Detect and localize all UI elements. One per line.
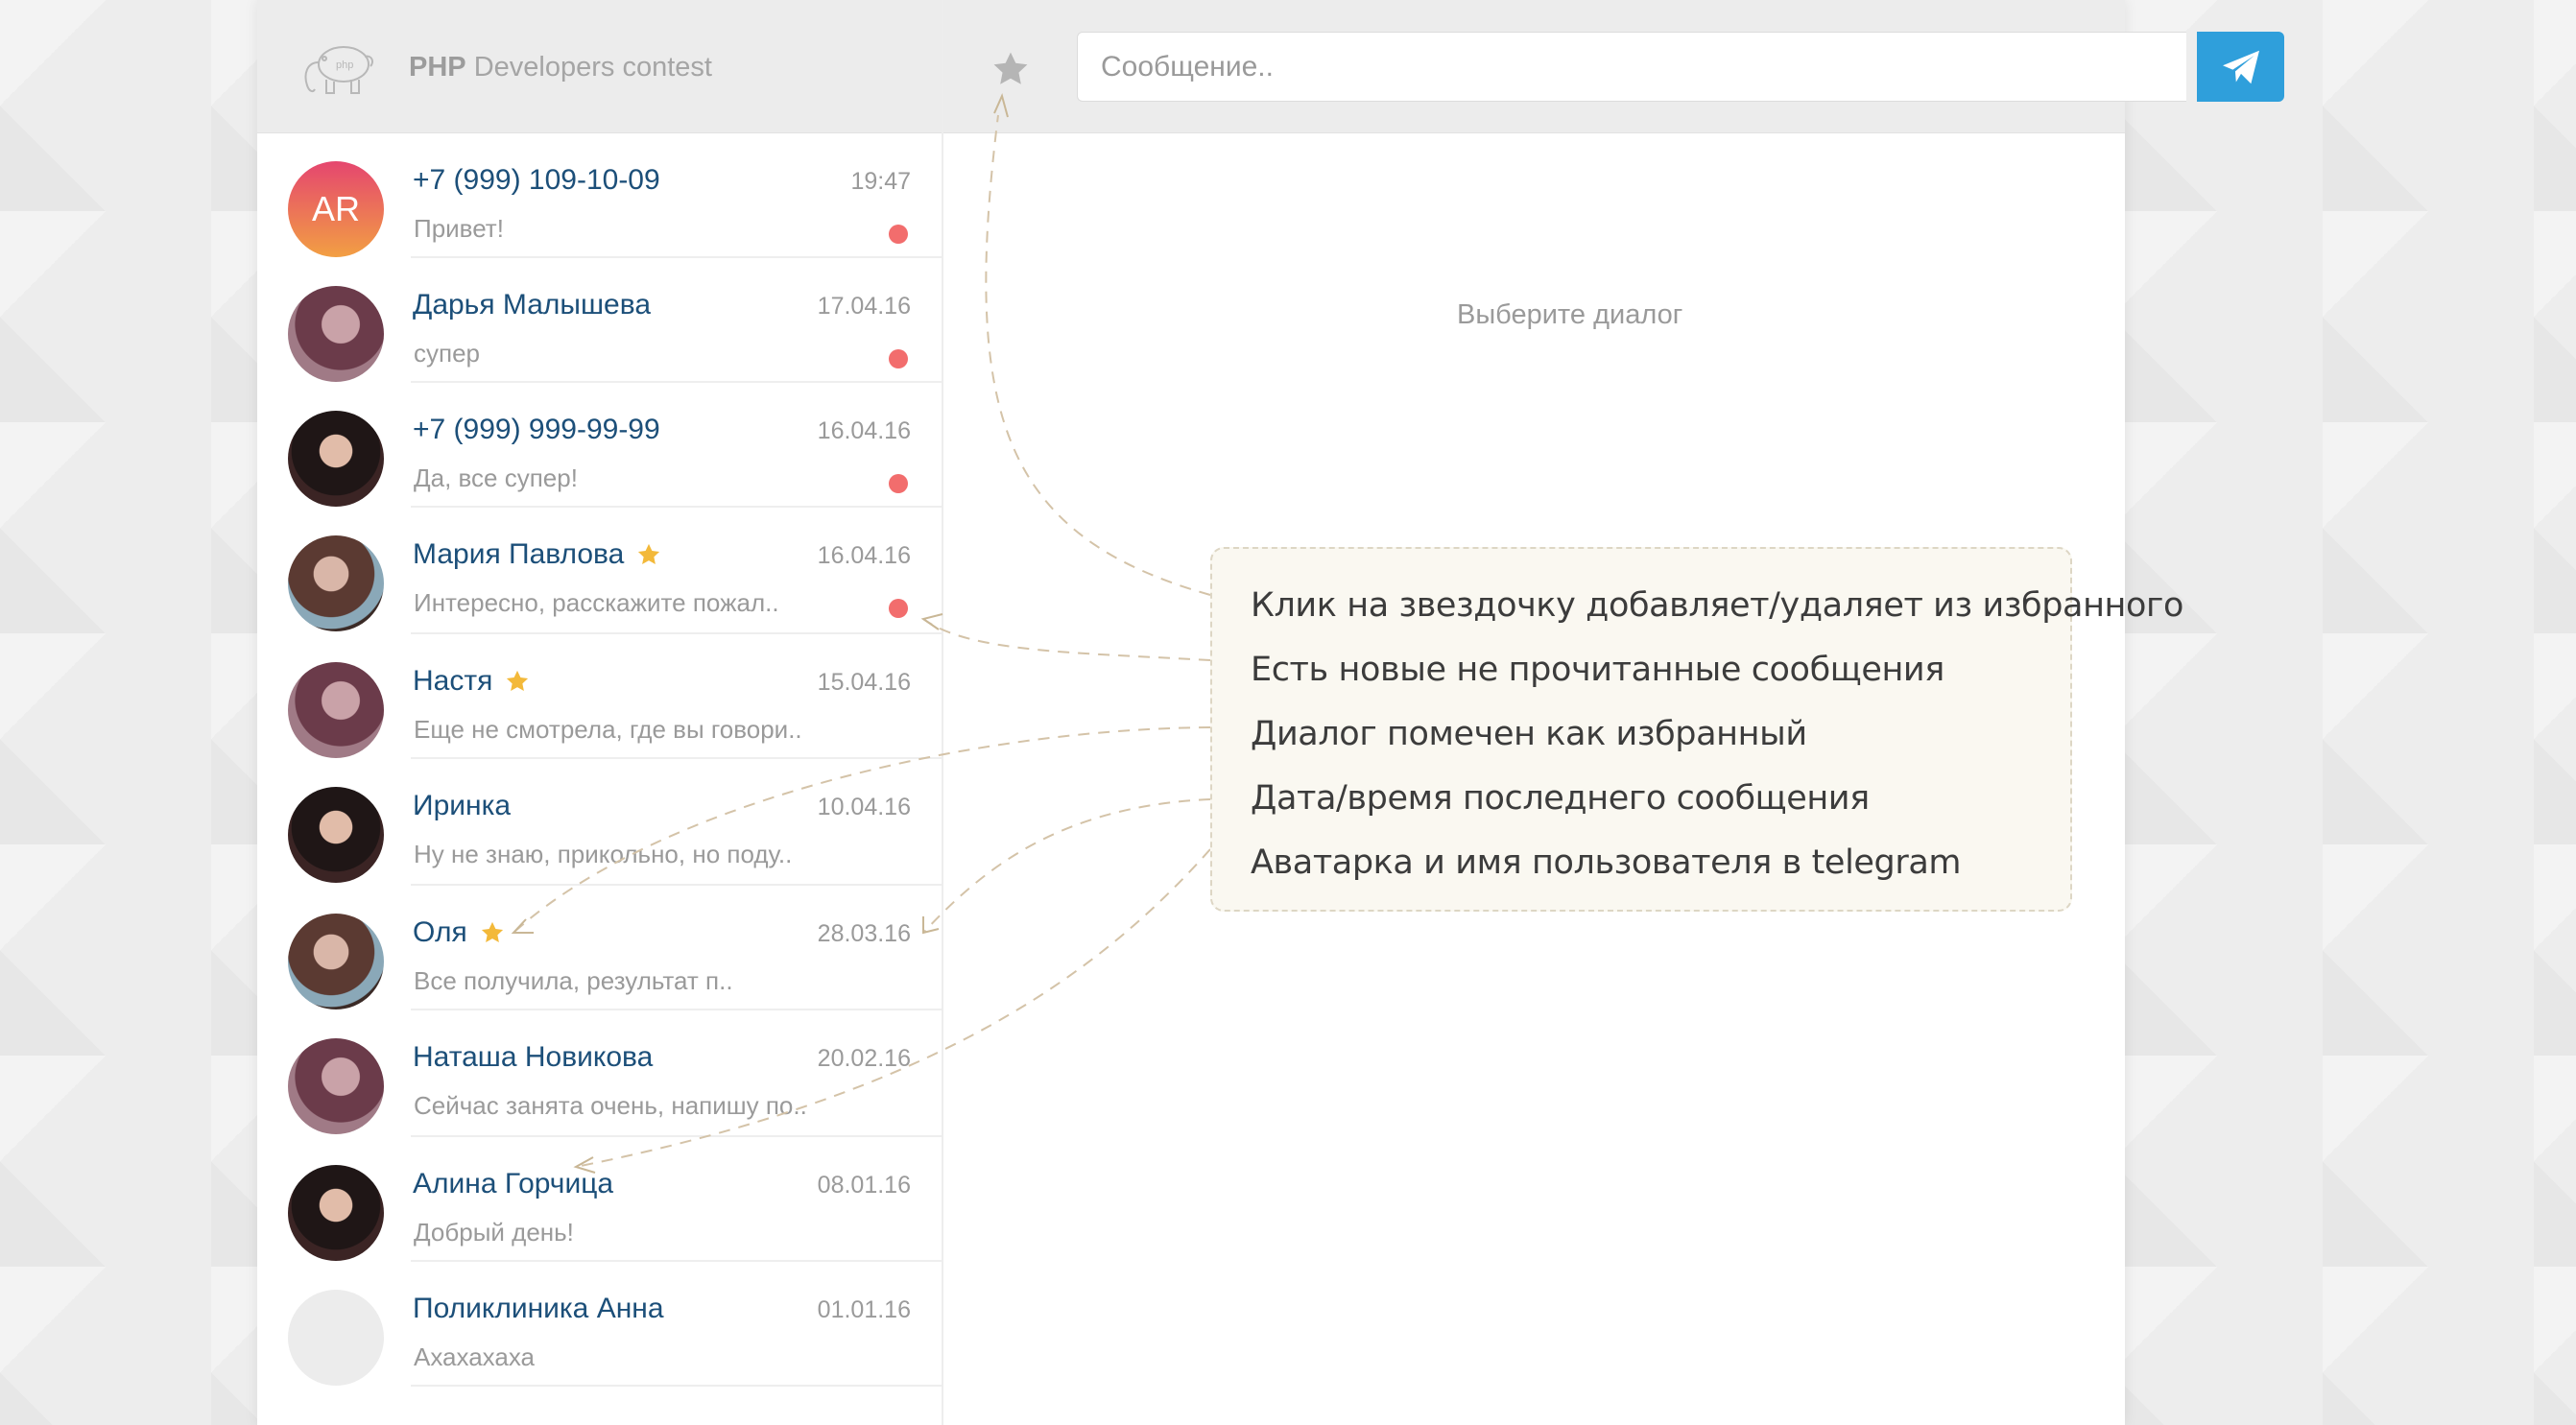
- favorite-star-icon: [638, 543, 660, 565]
- dialog-name: Алина Горчица: [413, 1168, 613, 1200]
- dialog-preview: Добрый день!: [414, 1218, 574, 1247]
- dialog-name-text: Настя: [413, 665, 493, 697]
- dialog-date: 10.04.16: [817, 794, 911, 820]
- dialog-preview: Все получила, результат п..: [414, 966, 733, 995]
- dialog-row[interactable]: Оля 28.03.16 Все получила, результат п..: [257, 886, 942, 1010]
- dialog-row[interactable]: Поликлиника Анна 01.01.16 Ахахахаха: [257, 1262, 942, 1387]
- legend-note: Клик на звездочку добавляет/удаляет из и…: [1210, 547, 2184, 912]
- row-separator: [411, 1385, 942, 1387]
- unread-indicator: [889, 349, 908, 368]
- unread-indicator: [889, 599, 908, 618]
- dialog-name: Иринка: [413, 790, 511, 822]
- app-title: PHP Developers contest: [409, 51, 712, 83]
- star-icon[interactable]: [990, 48, 1032, 90]
- send-button[interactable]: [2197, 32, 2284, 102]
- dialog-row[interactable]: Наташа Новикова 20.02.16 Сейчас занята оче…: [257, 1010, 942, 1137]
- top-bar: php PHP Developers contest: [257, 0, 2284, 133]
- dialog-row[interactable]: Мария Павлова 16.04.16 Интересно, расскажи…: [257, 508, 942, 634]
- legend-line-favorite-mark: Диалог помечен как избранный: [1251, 715, 1807, 753]
- dialog-name-text: Оля: [413, 916, 467, 948]
- dialog-date: 20.02.16: [817, 1045, 911, 1072]
- dialog-preview: Еще не смотрела, где вы говори..: [414, 715, 802, 744]
- favorite-star-icon: [481, 921, 503, 943]
- dialog-date: 16.04.16: [817, 542, 911, 569]
- dialog-row[interactable]: +7 (999) 999-99-99 16.04.16 Да, все супер!: [257, 383, 942, 508]
- empty-state-text: Выберите диалог: [1457, 299, 1683, 330]
- avatar: [288, 787, 384, 883]
- dialog-preview: Ахахахаха: [414, 1342, 536, 1371]
- dialog-name: Поликлиника Анна: [413, 1293, 664, 1325]
- dialog-row[interactable]: Иринка 10.04.16 Ну не знаю, прикольно, но …: [257, 759, 942, 886]
- dialog-date: 01.01.16: [817, 1296, 911, 1323]
- pane-divider: [942, 0, 943, 1425]
- dialog-name: +7 (999) 109-10-09: [413, 164, 660, 197]
- dialog-preview: Сейчас занята очень, напишу по..: [414, 1091, 807, 1120]
- legend-line-favorite-click: Клик на звездочку добавляет/удаляет из и…: [1251, 586, 2184, 625]
- dialog-preview: Да, все супер!: [414, 463, 578, 492]
- dialog-name: Дарья Малышева: [413, 289, 651, 321]
- dialog-name-text: Мария Павлова: [413, 538, 625, 570]
- svg-text:php: php: [336, 59, 353, 71]
- avatar: [288, 1038, 384, 1134]
- dialog-preview: Привет!: [414, 214, 504, 243]
- dialog-row[interactable]: AR +7 (999) 109-10-09 19:47 Привет!: [257, 133, 942, 258]
- dialog-date: 15.04.16: [817, 669, 911, 696]
- favorite-star-icon: [507, 670, 529, 692]
- dialog-name-text: Поликлиника Анна: [413, 1293, 664, 1324]
- dialog-row[interactable]: Настя 15.04.16 Еще не смотрела, где вы гов…: [257, 634, 942, 759]
- avatar-initials: AR: [288, 161, 384, 257]
- dialog-name: Оля: [413, 916, 506, 949]
- avatar: [288, 914, 384, 1009]
- send-icon: [2222, 50, 2259, 83]
- message-input[interactable]: [1077, 32, 2186, 102]
- dialog-date: 19:47: [850, 168, 911, 195]
- dialog-row[interactable]: Алина Горчица 08.01.16 Добрый день!: [257, 1137, 942, 1262]
- dialog-name-text: +7 (999) 109-10-09: [413, 164, 660, 196]
- avatar: [288, 662, 384, 758]
- legend-line-unread: Есть новые не прочитанные сообщения: [1251, 651, 1944, 689]
- dialog-name: Настя: [413, 665, 531, 698]
- unread-indicator: [889, 474, 908, 493]
- avatar-placeholder: [288, 1290, 384, 1386]
- dialog-preview: Ну не знаю, прикольно, но поду..: [414, 840, 793, 868]
- avatar: [288, 286, 384, 382]
- dialog-name: +7 (999) 999-99-99: [413, 414, 660, 446]
- dialog-preview: Интересно, расскажите пожал..: [414, 588, 779, 617]
- dialog-name-text: Наташа Новикова: [413, 1041, 654, 1073]
- elephant-icon: php: [304, 46, 373, 94]
- dialog-name-text: +7 (999) 999-99-99: [413, 414, 660, 445]
- avatar: [288, 535, 384, 631]
- legend-line-datetime: Дата/время последнего сообщения: [1251, 779, 1870, 818]
- dialog-list: AR +7 (999) 109-10-09 19:47 Привет! Дарья Ма…: [257, 133, 942, 1387]
- dialog-row[interactable]: Дарья Малышева 17.04.16 супер: [257, 258, 942, 383]
- brand: php PHP Developers contest: [298, 35, 712, 100]
- dialog-date: 08.01.16: [817, 1172, 911, 1199]
- dialog-name: Мария Павлова: [413, 538, 662, 571]
- dialog-name-text: Дарья Малышева: [413, 289, 652, 321]
- legend-line-avatar-name: Аватарка и имя пользователя в telegram: [1251, 843, 1962, 882]
- dialog-date: 17.04.16: [817, 293, 911, 320]
- dialog-name-text: Алина Горчица: [413, 1168, 614, 1199]
- dialog-date: 28.03.16: [817, 920, 911, 947]
- dialog-name: Наташа Новикова: [413, 1041, 653, 1074]
- dialog-name-text: Иринка: [413, 790, 512, 821]
- dialog-date: 16.04.16: [817, 417, 911, 444]
- avatar: [288, 1165, 384, 1261]
- avatar: [288, 411, 384, 507]
- dialog-preview: супер: [414, 339, 480, 368]
- unread-indicator: [889, 225, 908, 244]
